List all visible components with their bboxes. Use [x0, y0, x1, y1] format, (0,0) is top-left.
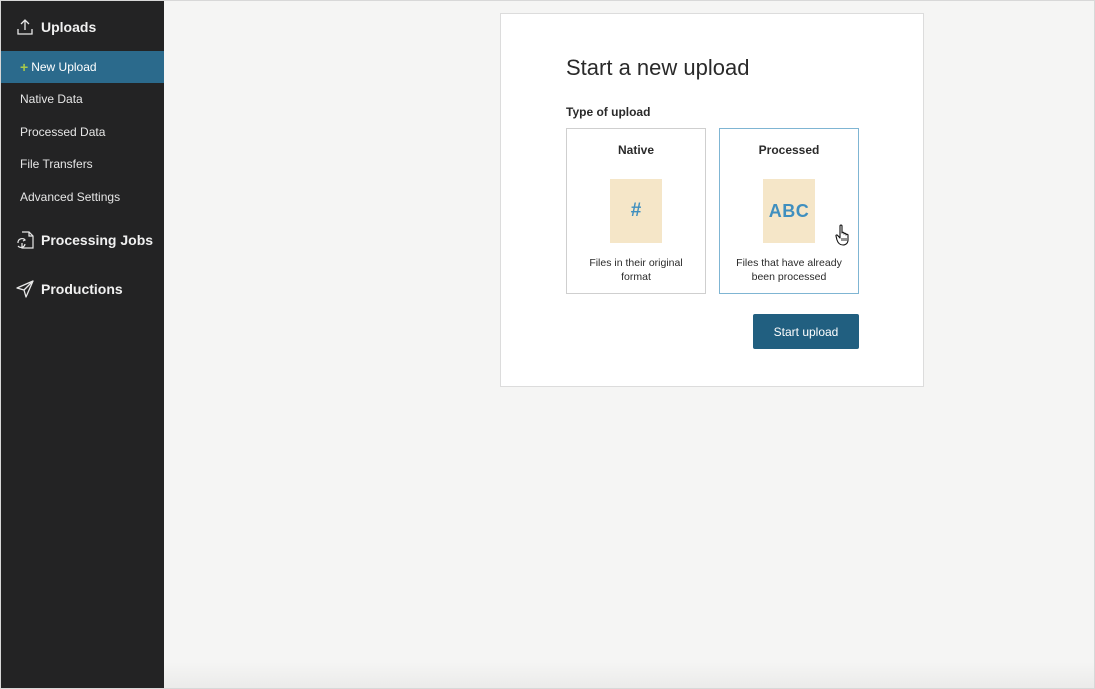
sidebar-item-label: Native Data	[20, 92, 83, 106]
upload-type-label: Type of upload	[566, 105, 651, 119]
sidebar-section-productions[interactable]: Productions	[1, 277, 164, 301]
upload-type-processed[interactable]: Processed ABC Files that have already be…	[719, 128, 859, 294]
option-description: Files that have already been processed	[736, 257, 842, 283]
hand-cursor-icon	[835, 224, 853, 246]
abc-file-icon: ABC	[763, 179, 815, 243]
sidebar-item-new-upload[interactable]: + New Upload	[1, 51, 164, 83]
sidebar-section-uploads[interactable]: Uploads	[1, 15, 164, 39]
plus-icon: +	[20, 59, 29, 75]
upload-icon	[15, 17, 35, 37]
send-icon	[15, 279, 35, 299]
option-title: Processed	[758, 143, 820, 157]
option-description: Files in their original format	[589, 257, 683, 283]
sidebar-item-processed-data[interactable]: Processed Data	[1, 116, 164, 148]
app-window: Uploads + New Upload Native Data Process…	[0, 0, 1095, 689]
hash-file-icon: #	[610, 179, 662, 243]
sidebar-item-file-transfers[interactable]: File Transfers	[1, 148, 164, 180]
sidebar-item-native-data[interactable]: Native Data	[1, 83, 164, 115]
sidebar-item-label: File Transfers	[20, 157, 93, 171]
upload-card: Start a new upload Type of upload Native…	[500, 13, 924, 387]
sidebar-section-label: Processing Jobs	[41, 232, 154, 248]
option-title: Native	[617, 143, 655, 157]
sidebar-section-processing-jobs[interactable]: Processing Jobs	[1, 228, 164, 252]
sidebar-item-label: Advanced Settings	[20, 190, 121, 204]
sidebar-section-label: Productions	[41, 281, 123, 297]
sidebar-item-advanced-settings[interactable]: Advanced Settings	[1, 181, 164, 213]
sidebar-item-label: New Upload	[31, 60, 97, 74]
page-title: Start a new upload	[566, 55, 750, 80]
sidebar: Uploads + New Upload Native Data Process…	[1, 1, 164, 688]
processing-jobs-icon	[15, 230, 35, 250]
sidebar-section-label: Uploads	[41, 19, 97, 35]
upload-type-native[interactable]: Native # Files in their original format	[566, 128, 706, 294]
start-upload-button[interactable]: Start upload	[753, 314, 859, 349]
bottom-strip	[164, 662, 1094, 688]
sidebar-item-label: Processed Data	[20, 125, 106, 139]
